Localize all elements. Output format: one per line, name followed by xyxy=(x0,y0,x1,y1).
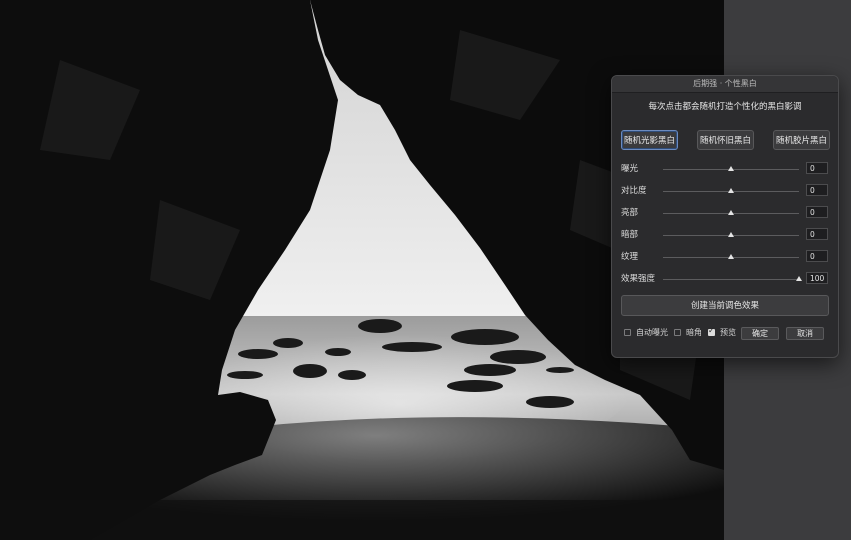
shadows-slider-thumb[interactable] xyxy=(728,232,734,237)
random-film-bw-button[interactable]: 随机胶片黑白 xyxy=(773,130,830,150)
contrast-value-input[interactable]: 0 xyxy=(806,184,828,196)
shadows-label: 暗部 xyxy=(621,230,639,240)
cancel-button[interactable]: 取消 xyxy=(786,327,824,340)
create-current-effect-button[interactable]: 创建当前调色效果 xyxy=(621,295,829,316)
vignette-checkbox[interactable] xyxy=(674,329,681,336)
shadows-slider[interactable] xyxy=(663,232,799,237)
dialog-subtitle: 每次点击都会随机打造个性化的黑白影调 xyxy=(648,102,802,112)
contrast-label: 对比度 xyxy=(621,186,647,196)
highlights-slider-thumb[interactable] xyxy=(728,210,734,215)
random-light-shadow-bw-button[interactable]: 随机光影黑白 xyxy=(621,130,678,150)
highlights-slider-row: 亮部 0 xyxy=(621,206,831,220)
preview-label[interactable]: 预览 xyxy=(720,327,736,339)
texture-label: 纹理 xyxy=(621,252,639,262)
effect-strength-value-input[interactable]: 100 xyxy=(806,272,828,284)
dialog-footer: 自动曝光 暗角 预览 确定 取消 xyxy=(624,326,830,341)
contrast-slider-row: 对比度 0 xyxy=(621,184,831,198)
ok-button[interactable]: 确定 xyxy=(741,327,779,340)
black-white-dialog: 后期强 · 个性黑白 每次点击都会随机打造个性化的黑白影调 随机光影黑白 随机怀… xyxy=(611,75,839,358)
exposure-label: 曝光 xyxy=(621,164,639,174)
dialog-title[interactable]: 后期强 · 个性黑白 xyxy=(612,76,838,93)
texture-slider-row: 纹理 0 xyxy=(621,250,831,264)
auto-exposure-label[interactable]: 自动曝光 xyxy=(636,327,668,339)
highlights-slider[interactable] xyxy=(663,210,799,215)
exposure-slider-thumb[interactable] xyxy=(728,166,734,171)
vignette-label[interactable]: 暗角 xyxy=(686,327,702,339)
shadows-value-input[interactable]: 0 xyxy=(806,228,828,240)
contrast-slider-thumb[interactable] xyxy=(728,188,734,193)
texture-slider[interactable] xyxy=(663,254,799,259)
highlights-label: 亮部 xyxy=(621,208,639,218)
highlights-value-input[interactable]: 0 xyxy=(806,206,828,218)
exposure-slider[interactable] xyxy=(663,166,799,171)
random-vintage-bw-button[interactable]: 随机怀旧黑白 xyxy=(697,130,754,150)
effect-strength-slider-thumb[interactable] xyxy=(796,276,802,281)
preset-buttons: 随机光影黑白 随机怀旧黑白 随机胶片黑白 xyxy=(621,130,830,152)
effect-strength-slider[interactable] xyxy=(663,276,802,281)
texture-slider-thumb[interactable] xyxy=(728,254,734,259)
effect-strength-label: 效果强度 xyxy=(621,274,656,284)
exposure-slider-row: 曝光 0 xyxy=(621,162,831,176)
auto-exposure-checkbox[interactable] xyxy=(624,329,631,336)
effect-strength-slider-row: 效果强度 100 xyxy=(621,272,831,286)
preview-checkbox[interactable] xyxy=(708,326,715,336)
contrast-slider[interactable] xyxy=(663,188,799,193)
texture-value-input[interactable]: 0 xyxy=(806,250,828,262)
exposure-value-input[interactable]: 0 xyxy=(806,162,828,174)
shadows-slider-row: 暗部 0 xyxy=(621,228,831,242)
